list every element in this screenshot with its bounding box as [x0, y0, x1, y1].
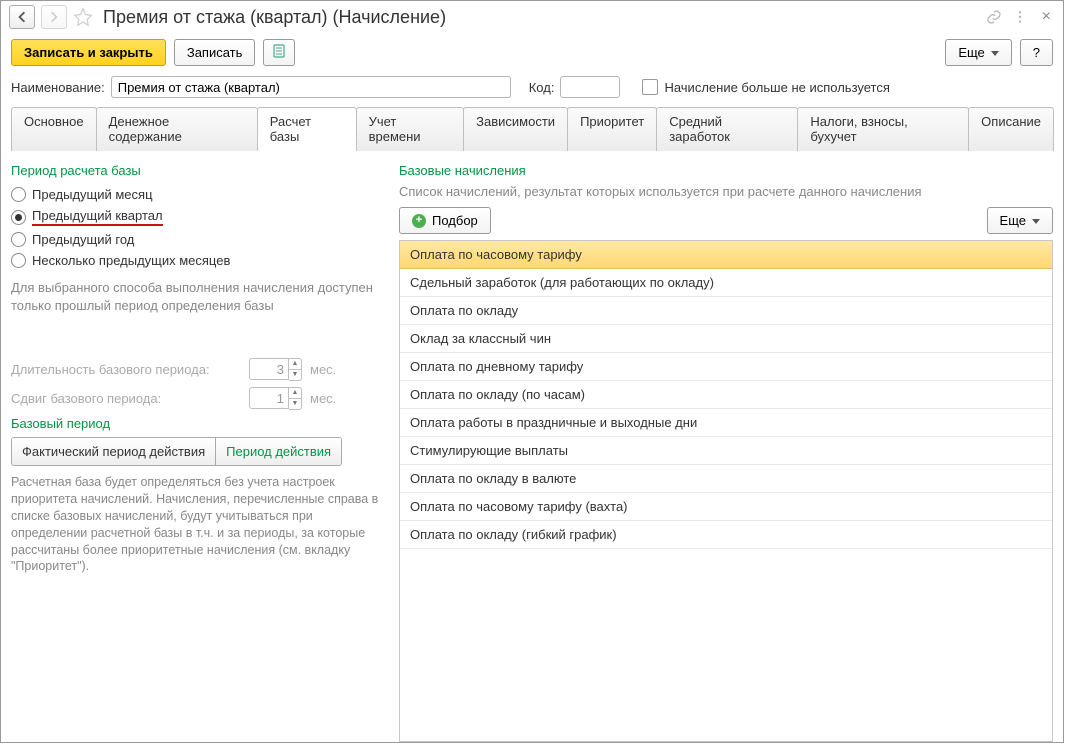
- link-icon[interactable]: [986, 9, 1002, 25]
- spin-up[interactable]: ▲: [289, 359, 301, 370]
- tab-6[interactable]: Средний заработок: [656, 107, 798, 151]
- period-radio-3[interactable]: Несколько предыдущих месяцев: [11, 250, 381, 271]
- list-item[interactable]: Оплата по часовому тарифу: [400, 241, 1052, 269]
- list-item[interactable]: Оплата по окладу (гибкий график): [400, 521, 1052, 549]
- list-item[interactable]: Оплата по окладу (по часам): [400, 381, 1052, 409]
- tab-2[interactable]: Расчет базы: [257, 107, 357, 151]
- period-hint: Для выбранного способа выполнения начисл…: [11, 279, 381, 314]
- list-item[interactable]: Оплата по часовому тарифу (вахта): [400, 493, 1052, 521]
- radio-icon: [11, 187, 26, 202]
- save-close-button[interactable]: Записать и закрыть: [11, 39, 166, 66]
- list-more-button[interactable]: Еще: [987, 207, 1053, 234]
- name-input[interactable]: [111, 76, 511, 98]
- spin-up[interactable]: ▲: [289, 388, 301, 399]
- duration-unit: мес.: [310, 362, 336, 377]
- shift-label: Сдвиг базового периода:: [11, 391, 241, 406]
- list-item[interactable]: Сдельный заработок (для работающих по ок…: [400, 269, 1052, 297]
- list-item[interactable]: Оплата по окладу в валюте: [400, 465, 1052, 493]
- favorite-star-icon[interactable]: [73, 7, 93, 27]
- radio-icon: [11, 232, 26, 247]
- period-radio-0[interactable]: Предыдущий месяц: [11, 184, 381, 205]
- tab-1[interactable]: Денежное содержание: [96, 107, 258, 151]
- base-accruals-title: Базовые начисления: [399, 163, 1053, 178]
- window-title: Премия от стажа (квартал) (Начисление): [103, 7, 446, 28]
- list-item[interactable]: Оплата по дневному тарифу: [400, 353, 1052, 381]
- close-button[interactable]: ×: [1038, 8, 1055, 26]
- tab-5[interactable]: Приоритет: [567, 107, 657, 151]
- period-radio-2[interactable]: Предыдущий год: [11, 229, 381, 250]
- kebab-menu-icon[interactable]: [1012, 9, 1028, 25]
- code-input[interactable]: [560, 76, 620, 98]
- radio-icon: [11, 210, 26, 225]
- accruals-list[interactable]: Оплата по часовому тарифуСдельный зарабо…: [399, 240, 1053, 742]
- not-used-label: Начисление больше не используется: [664, 80, 889, 95]
- period-radio-1[interactable]: Предыдущий квартал: [11, 205, 381, 229]
- base-period-toggle-0[interactable]: Фактический период действия: [12, 438, 215, 465]
- report-button[interactable]: [263, 39, 295, 66]
- tab-4[interactable]: Зависимости: [463, 107, 568, 151]
- name-label: Наименование:: [11, 80, 105, 95]
- duration-label: Длительность базового периода:: [11, 362, 241, 377]
- more-button[interactable]: Еще: [945, 39, 1011, 66]
- pick-button[interactable]: + Подбор: [399, 207, 491, 234]
- shift-unit: мес.: [310, 391, 336, 406]
- not-used-checkbox[interactable]: [642, 79, 658, 95]
- base-period-hint: Расчетная база будет определяться без уч…: [11, 474, 381, 575]
- save-button[interactable]: Записать: [174, 39, 256, 66]
- plus-icon: +: [412, 214, 426, 228]
- tab-0[interactable]: Основное: [11, 107, 97, 151]
- code-label: Код:: [529, 80, 555, 95]
- tab-7[interactable]: Налоги, взносы, бухучет: [797, 107, 969, 151]
- spin-down[interactable]: ▼: [289, 370, 301, 380]
- duration-spinner[interactable]: ▲▼: [249, 358, 302, 381]
- list-item[interactable]: Оплата по окладу: [400, 297, 1052, 325]
- help-button[interactable]: ?: [1020, 39, 1053, 66]
- base-period-title: Базовый период: [11, 416, 381, 431]
- tab-8[interactable]: Описание: [968, 107, 1054, 151]
- shift-spinner[interactable]: ▲▼: [249, 387, 302, 410]
- radio-icon: [11, 253, 26, 268]
- list-item[interactable]: Оклад за классный чин: [400, 325, 1052, 353]
- list-item[interactable]: Оплата работы в праздничные и выходные д…: [400, 409, 1052, 437]
- base-period-toggle-1[interactable]: Период действия: [215, 438, 341, 465]
- list-item[interactable]: Стимулирующие выплаты: [400, 437, 1052, 465]
- base-accruals-desc: Список начислений, результат которых исп…: [399, 184, 1053, 199]
- nav-back-button[interactable]: [9, 5, 35, 29]
- spin-down[interactable]: ▼: [289, 399, 301, 409]
- tab-3[interactable]: Учет времени: [356, 107, 465, 151]
- nav-forward-button[interactable]: [41, 5, 67, 29]
- period-section-title: Период расчета базы: [11, 163, 381, 178]
